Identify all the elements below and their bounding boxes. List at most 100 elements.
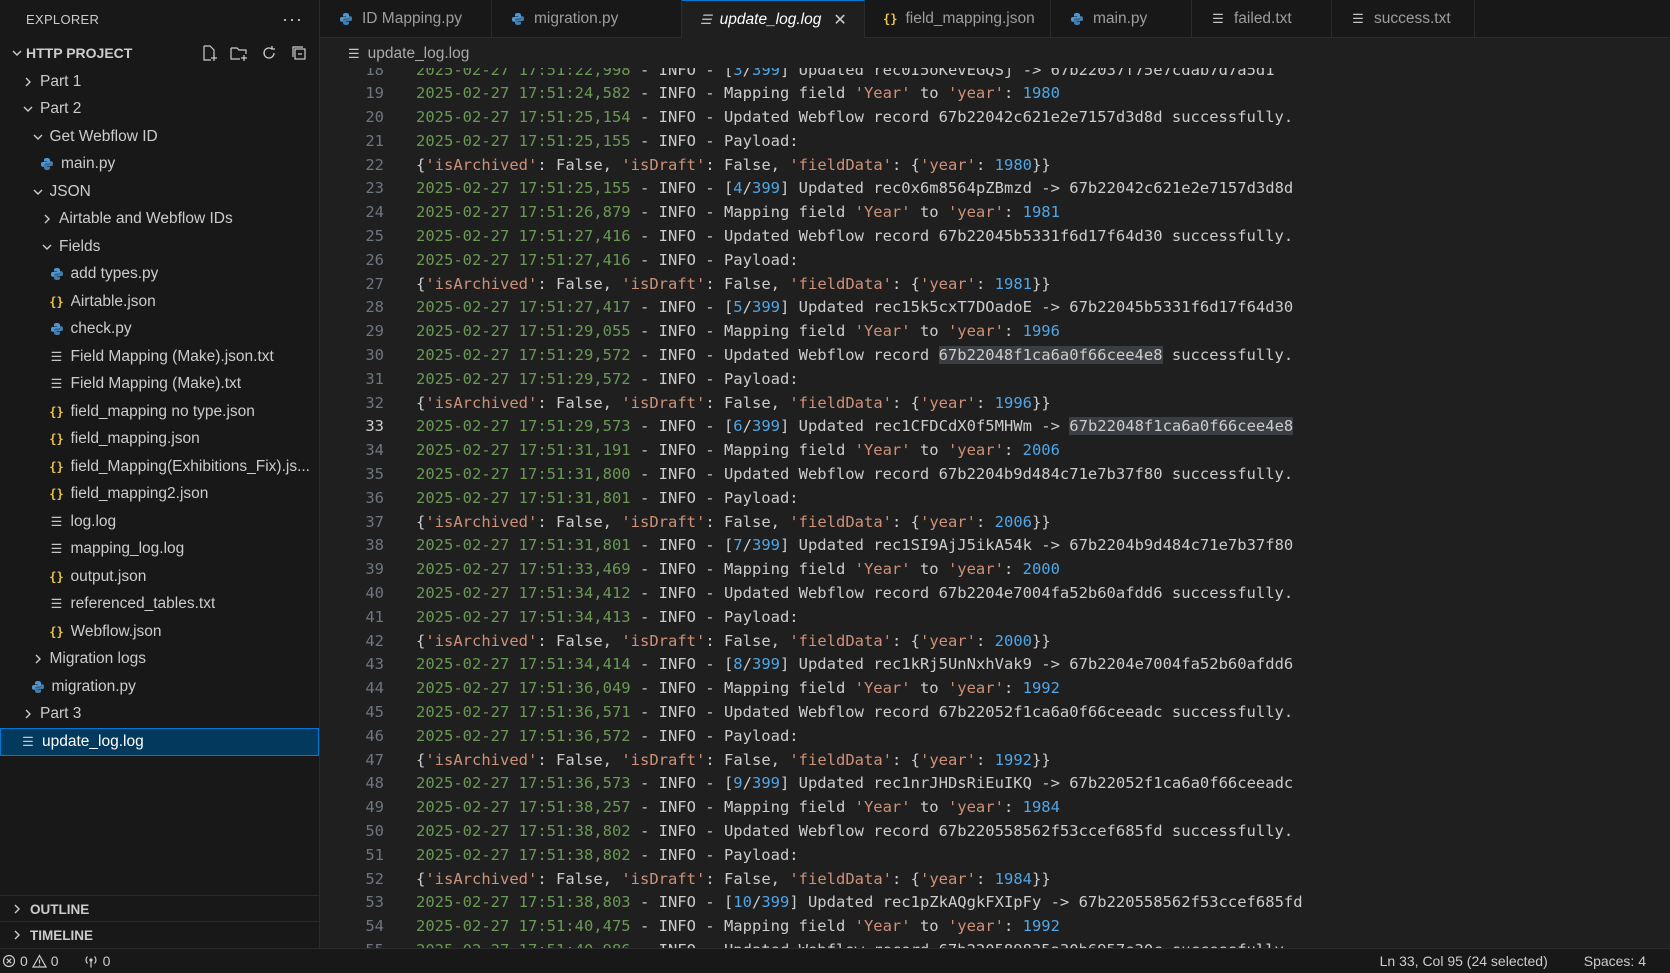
ports-status[interactable]: 0	[83, 953, 111, 969]
tab-id-mapping-py[interactable]: ID Mapping.py	[320, 0, 492, 38]
tab-label: main.py	[1093, 10, 1148, 27]
code-line: 22 {'isArchived': False, 'isDraft': False…	[320, 154, 1670, 178]
tree-folder[interactable]: Part 3	[0, 701, 319, 729]
problems-status[interactable]: 0 0	[2, 953, 59, 969]
tree-file[interactable]: {} field_mapping2.json	[0, 481, 319, 509]
tree-file[interactable]: ☰ update_log.log	[0, 728, 319, 756]
tree-file[interactable]: ☰ log.log	[0, 508, 319, 536]
more-actions-icon[interactable]: ···	[282, 9, 303, 30]
tree-file[interactable]: {} Webflow.json	[0, 618, 319, 646]
line-content: 2025-02-27 17:51:34,414 - INFO - [8/399]…	[416, 655, 1294, 674]
tab-label: update_log.log	[719, 10, 822, 28]
tree-folder[interactable]: JSON	[0, 178, 319, 206]
collapse-all-icon[interactable]	[289, 43, 309, 63]
new-file-icon[interactable]	[199, 43, 219, 63]
warning-count: 0	[50, 953, 59, 969]
line-number: 48	[365, 774, 384, 793]
outline-section-header[interactable]: OUTLINE	[0, 895, 319, 922]
tree-item-label: check.py	[70, 320, 132, 338]
tree-item-label: Airtable and Webflow IDs	[59, 210, 233, 228]
tab-migration-py[interactable]: migration.py	[492, 0, 682, 38]
code-line: 39 2025-02-27 17:51:33,469 - INFO - Mappi…	[320, 558, 1670, 582]
tree-file[interactable]: ☰ Field Mapping (Make).json.txt	[0, 343, 319, 371]
tree-file[interactable]: {} field_Mapping(Exhibitions_Fix).js...	[0, 453, 319, 481]
timeline-panel[interactable]: TIMELINE	[0, 921, 319, 948]
timeline-section-header[interactable]: TIMELINE	[0, 921, 319, 948]
new-folder-icon[interactable]	[229, 43, 249, 63]
chevron-right-icon	[30, 653, 46, 665]
close-icon[interactable]: ✕	[833, 10, 846, 30]
python-file-icon	[1069, 12, 1085, 26]
outline-panel[interactable]: OUTLINE	[0, 895, 319, 922]
line-number: 18	[365, 68, 384, 79]
tree-file[interactable]: {} field_mapping.json	[0, 426, 319, 454]
tab-update-log-log[interactable]: ☰ update_log.log ✕	[682, 0, 865, 38]
line-content: 2025-02-27 17:51:22,998 - INFO - [3/399]…	[416, 68, 1275, 79]
outline-label: OUTLINE	[30, 901, 90, 917]
tree-file[interactable]: {} Airtable.json	[0, 288, 319, 316]
tree-folder[interactable]: Migration logs	[0, 646, 319, 674]
tree-file[interactable]: ☰ mapping_log.log	[0, 536, 319, 564]
timeline-label: TIMELINE	[30, 927, 93, 943]
code-line: 42 {'isArchived': False, 'isDraft': False…	[320, 630, 1670, 654]
tab-field-mapping-json[interactable]: {} field_mapping.json	[865, 0, 1051, 38]
line-content: {'isArchived': False, 'isDraft': False, …	[416, 155, 1051, 174]
explorer-title: EXPLORER	[26, 11, 100, 27]
cursor-position[interactable]: Ln 33, Col 95 (24 selected)	[1380, 953, 1548, 969]
line-number: 21	[365, 131, 384, 150]
tab-failed-txt[interactable]: ☰ failed.txt	[1192, 0, 1332, 38]
breadcrumb-file[interactable]: update_log.log	[368, 45, 470, 63]
tree-file[interactable]: ☰ referenced_tables.txt	[0, 591, 319, 619]
explorer-sidebar: EXPLORER ··· HTTP PROJECT Part 1 Part 2 Ge…	[0, 0, 320, 948]
code-line: 18 2025-02-27 17:51:22,998 - INFO - [3/39…	[320, 68, 1670, 82]
tree-folder[interactable]: Fields	[0, 233, 319, 261]
line-number: 44	[365, 679, 384, 698]
tree-file[interactable]: {} output.json	[0, 563, 319, 591]
tree-file[interactable]: add types.py	[0, 261, 319, 289]
line-number: 31	[365, 369, 384, 388]
tree-folder[interactable]: Part 2	[0, 96, 319, 124]
line-number: 23	[365, 179, 384, 198]
line-content: 2025-02-27 17:51:38,802 - INFO - Payload…	[416, 845, 799, 864]
line-content: 2025-02-27 17:51:27,417 - INFO - [5/399]…	[416, 298, 1294, 317]
tree-item-label: Webflow.json	[70, 622, 162, 640]
code-line: 38 2025-02-27 17:51:31,801 - INFO - [7/39…	[320, 534, 1670, 558]
line-content: 2025-02-27 17:51:38,802 - INFO - Updated…	[416, 822, 1294, 840]
tree-folder[interactable]: Airtable and Webflow IDs	[0, 206, 319, 234]
tree-item-label: Part 3	[40, 705, 82, 723]
line-content: 2025-02-27 17:51:27,416 - INFO - Payload…	[416, 250, 799, 269]
tab-success-txt[interactable]: ☰ success.txt	[1332, 0, 1475, 38]
code-line: 47 {'isArchived': False, 'isDraft': False…	[320, 749, 1670, 773]
project-header[interactable]: HTTP PROJECT	[0, 38, 319, 68]
tree-file[interactable]: check.py	[0, 316, 319, 344]
line-content: 2025-02-27 17:51:36,572 - INFO - Payload…	[416, 726, 799, 745]
indentation-status[interactable]: Spaces: 4	[1584, 953, 1646, 969]
tab-main-py[interactable]: main.py	[1051, 0, 1192, 38]
code-line: 37 {'isArchived': False, 'isDraft': False…	[320, 511, 1670, 535]
tree-file[interactable]: migration.py	[0, 673, 319, 701]
line-content: 2025-02-27 17:51:34,413 - INFO - Payload…	[416, 607, 799, 626]
tree-folder[interactable]: Get Webflow ID	[0, 123, 319, 151]
tree-file[interactable]: ☰ Field Mapping (Make).txt	[0, 371, 319, 399]
code-line: 53 2025-02-27 17:51:38,803 - INFO - [10/3…	[320, 891, 1670, 915]
line-content: 2025-02-27 17:51:38,803 - INFO - [10/399…	[416, 893, 1303, 912]
code-editor[interactable]: 18 2025-02-27 17:51:22,998 - INFO - [3/39…	[320, 68, 1670, 948]
line-number: 50	[365, 822, 384, 840]
tree-item-label: update_log.log	[42, 732, 144, 750]
tree-folder[interactable]: Part 1	[0, 68, 319, 96]
tree-item-label: field_mapping no type.json	[70, 402, 255, 420]
tree-item-label: mapping_log.log	[70, 540, 185, 558]
line-content: 2025-02-27 17:51:25,154 - INFO - Updated…	[416, 108, 1294, 127]
line-number: 25	[365, 227, 384, 246]
line-content: 2025-02-27 17:51:29,572 - INFO - Payload…	[416, 369, 799, 388]
line-content: 2025-02-27 17:51:36,049 - INFO - Mapping…	[416, 679, 1060, 698]
code-line: 34 2025-02-27 17:51:31,191 - INFO - Mappi…	[320, 439, 1670, 463]
code-line: 50 2025-02-27 17:51:38,802 - INFO - Updat…	[320, 820, 1670, 844]
refresh-icon[interactable]	[259, 43, 279, 63]
tree-item-label: field_mapping.json	[70, 430, 200, 448]
line-content: 2025-02-27 17:51:25,155 - INFO - [4/399]…	[416, 179, 1294, 198]
line-number: 30	[365, 346, 384, 365]
tree-file[interactable]: {} field_mapping no type.json	[0, 398, 319, 426]
ports-count: 0	[102, 953, 111, 969]
tree-file[interactable]: main.py	[0, 151, 319, 179]
